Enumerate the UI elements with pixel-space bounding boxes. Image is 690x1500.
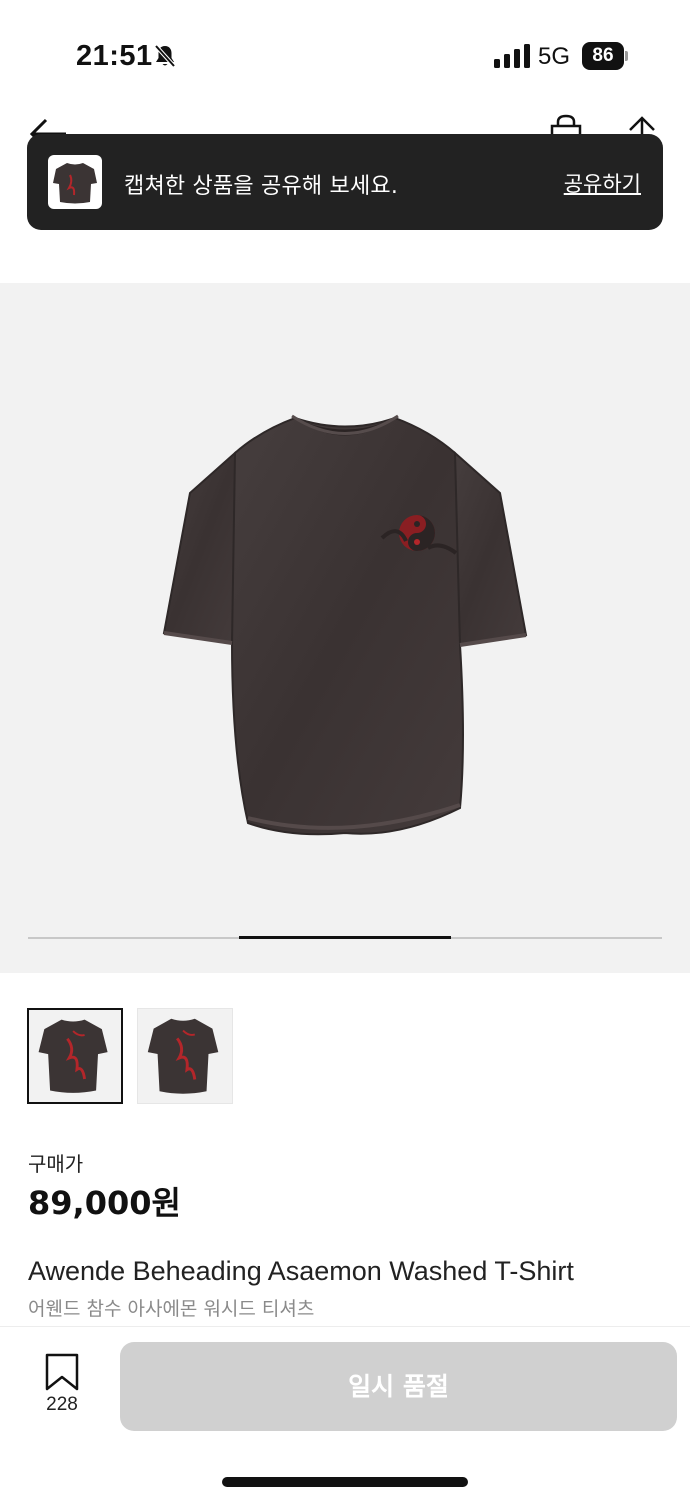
share-toast: 캡쳐한 상품을 공유해 보세요. 공유하기 xyxy=(27,134,663,230)
product-tshirt-image xyxy=(162,414,528,836)
tshirt-icon xyxy=(53,163,97,204)
tshirt-back-thumbnail xyxy=(38,1019,108,1093)
thumbnail-2[interactable] xyxy=(137,1008,233,1104)
carousel-active-indicator xyxy=(239,936,451,939)
bottom-bar-divider xyxy=(0,1326,690,1327)
battery-level: 86 xyxy=(582,42,624,70)
status-time: 21:51 xyxy=(76,40,153,72)
price-label: 구매가 xyxy=(28,1152,84,1176)
bookmark-icon xyxy=(45,1353,79,1391)
product-name-korean: 어웬드 참수 아사에몬 워시드 티셔츠 xyxy=(28,1298,315,1320)
tshirt-back-thumbnail xyxy=(147,1018,219,1094)
battery-icon: 86 xyxy=(582,42,628,70)
product-name-english: Awende Beheading Asaemon Washed T-Shirt xyxy=(28,1256,574,1286)
sold-out-button[interactable]: 일시 품절 xyxy=(120,1342,677,1431)
status-bar: 21:51 5G 86 xyxy=(0,0,690,110)
bookmark-count: 228 xyxy=(46,1394,78,1415)
product-price: 89,000원 xyxy=(28,1184,181,1222)
thumbnail-1[interactable] xyxy=(27,1008,123,1104)
bookmark-button[interactable]: 228 xyxy=(34,1352,90,1418)
signal-icon xyxy=(494,44,530,68)
network-type: 5G xyxy=(538,43,571,70)
toast-message: 캡쳐한 상품을 공유해 보세요. xyxy=(124,174,399,199)
toast-thumbnail xyxy=(48,155,102,209)
toast-share-link[interactable]: 공유하기 xyxy=(564,168,641,198)
bell-slash-icon xyxy=(154,44,176,68)
home-indicator xyxy=(222,1477,468,1487)
product-image-carousel[interactable] xyxy=(0,283,690,973)
carousel-indicator xyxy=(28,936,662,939)
